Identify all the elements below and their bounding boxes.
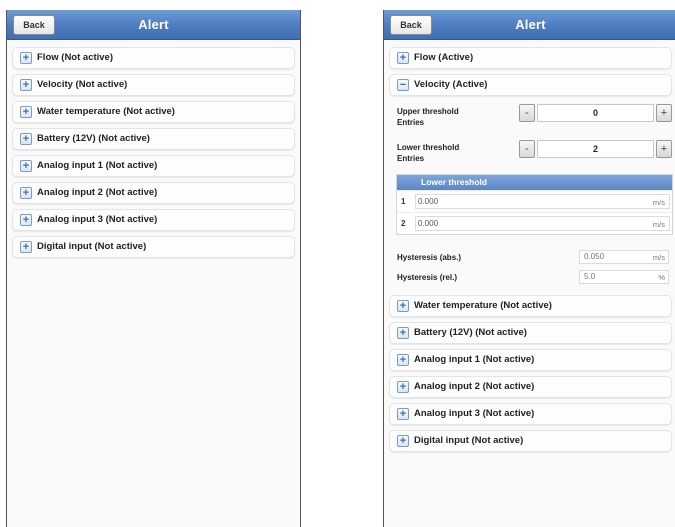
upper-threshold-decrement-button[interactable]: - <box>519 104 535 122</box>
accordion-digital-input[interactable]: + Digital input (Not active) <box>12 236 295 258</box>
lower-threshold-value-field[interactable]: 0.000 m/s <box>415 194 670 209</box>
expand-icon: + <box>397 381 409 393</box>
lower-threshold-decrement-button[interactable]: - <box>519 140 535 158</box>
page-title: Alert <box>515 17 546 32</box>
accordion-label: Analog input 3 (Not active) <box>37 214 158 225</box>
expand-icon: + <box>397 52 409 64</box>
accordion-analog-input-3[interactable]: + Analog input 3 (Not active) <box>389 403 672 425</box>
hysteresis-abs-field[interactable]: 0.050 m/s <box>579 250 669 264</box>
accordion-water-temperature[interactable]: + Water temperature (Not active) <box>389 295 672 317</box>
hysteresis-rel-row: Hysteresis (rel.) 5.0% <box>389 267 672 287</box>
lower-threshold-table-header: Lower threshold <box>397 175 672 190</box>
accordion-flow[interactable]: + Flow (Active) <box>389 47 672 69</box>
upper-threshold-increment-button[interactable]: + <box>656 104 672 122</box>
expand-icon: + <box>397 354 409 366</box>
accordion-label: Velocity (Not active) <box>37 79 128 90</box>
expand-icon: + <box>397 300 409 312</box>
accordion-label: Analog input 2 (Not active) <box>37 187 158 198</box>
row-index: 1 <box>401 197 406 206</box>
accordion-label: Analog input 3 (Not active) <box>414 408 535 419</box>
expand-icon: + <box>397 327 409 339</box>
accordion-label: Battery (12V) (Not active) <box>37 133 150 144</box>
accordion-analog-input-2[interactable]: + Analog input 2 (Not active) <box>12 182 295 204</box>
accordion-label: Analog input 2 (Not active) <box>414 381 535 392</box>
accordion-label: Water temperature (Not active) <box>414 300 552 311</box>
alert-panel-collapsed: Back Alert + Flow (Not active) + Velocity … <box>6 10 301 527</box>
lower-threshold-label: Lower threshold Entries <box>397 143 460 163</box>
expand-icon: + <box>20 79 32 91</box>
accordion-label: Flow (Active) <box>414 52 474 63</box>
alert-panel-expanded: Back Alert + Flow (Active) − Velocity (Act… <box>383 10 675 527</box>
velocity-settings: Upper threshold Entries - 0 + Lower thres… <box>389 102 672 174</box>
collapse-icon: − <box>397 79 409 91</box>
accordion-label: Flow (Not active) <box>37 52 114 63</box>
accordion-battery[interactable]: + Battery (12V) (Not active) <box>12 128 295 150</box>
upper-threshold-entries-field[interactable]: 0 <box>537 104 654 122</box>
accordion-analog-input-2[interactable]: + Analog input 2 (Not active) <box>389 376 672 398</box>
header-bar: Back Alert <box>7 10 300 40</box>
lower-threshold-increment-button[interactable]: + <box>656 140 672 158</box>
accordion-velocity[interactable]: − Velocity (Active) <box>389 74 672 96</box>
accordion-label: Analog input 1 (Not active) <box>414 354 535 365</box>
unit-label: m/s <box>652 198 665 207</box>
accordion-analog-input-3[interactable]: + Analog input 3 (Not active) <box>12 209 295 231</box>
upper-threshold-label: Upper threshold Entries <box>397 107 459 127</box>
accordion-digital-input[interactable]: + Digital input (Not active) <box>389 430 672 452</box>
hysteresis-rel-label: Hysteresis (rel.) <box>397 273 458 282</box>
table-row: 2 0.000 m/s <box>397 212 672 234</box>
upper-threshold-row: Upper threshold Entries - 0 + <box>389 102 672 138</box>
lower-threshold-value-field[interactable]: 0.000 m/s <box>415 216 670 231</box>
expand-icon: + <box>20 187 32 199</box>
expand-icon: + <box>20 106 32 118</box>
hysteresis-abs-label: Hysteresis (abs.) <box>397 253 462 262</box>
row-index: 2 <box>401 219 406 228</box>
accordion-analog-input-1[interactable]: + Analog input 1 (Not active) <box>389 349 672 371</box>
expand-icon: + <box>20 241 32 253</box>
accordion-label: Analog input 1 (Not active) <box>37 160 158 171</box>
expand-icon: + <box>20 133 32 145</box>
unit-label: m/s <box>652 253 665 262</box>
page-title: Alert <box>138 17 169 32</box>
unit-label: m/s <box>652 220 665 229</box>
accordion-label: Velocity (Active) <box>414 79 488 90</box>
accordion-label: Digital input (Not active) <box>37 241 147 252</box>
accordion-water-temperature[interactable]: + Water temperature (Not active) <box>12 101 295 123</box>
hysteresis-abs-row: Hysteresis (abs.) 0.050 m/s <box>389 247 672 267</box>
lower-threshold-entries-field[interactable]: 2 <box>537 140 654 158</box>
accordion-velocity[interactable]: + Velocity (Not active) <box>12 74 295 96</box>
expand-icon: + <box>20 214 32 226</box>
accordion-label: Battery (12V) (Not active) <box>414 327 527 338</box>
accordion-label: Digital input (Not active) <box>414 435 524 446</box>
unit-label: % <box>658 273 665 282</box>
expand-icon: + <box>20 52 32 64</box>
expand-icon: + <box>397 435 409 447</box>
accordion-analog-input-1[interactable]: + Analog input 1 (Not active) <box>12 155 295 177</box>
header-bar: Back Alert <box>384 10 675 40</box>
accordion-label: Water temperature (Not active) <box>37 106 175 117</box>
accordion-flow[interactable]: + Flow (Not active) <box>12 47 295 69</box>
expand-icon: + <box>20 160 32 172</box>
lower-threshold-table: Lower threshold 1 0.000 m/s 2 0.000 m/s <box>396 174 673 235</box>
accordion-battery[interactable]: + Battery (12V) (Not active) <box>389 322 672 344</box>
hysteresis-rel-field[interactable]: 5.0% <box>579 270 669 284</box>
lower-threshold-row: Lower threshold Entries - 2 + <box>389 138 672 174</box>
table-row: 1 0.000 m/s <box>397 190 672 212</box>
expand-icon: + <box>397 408 409 420</box>
